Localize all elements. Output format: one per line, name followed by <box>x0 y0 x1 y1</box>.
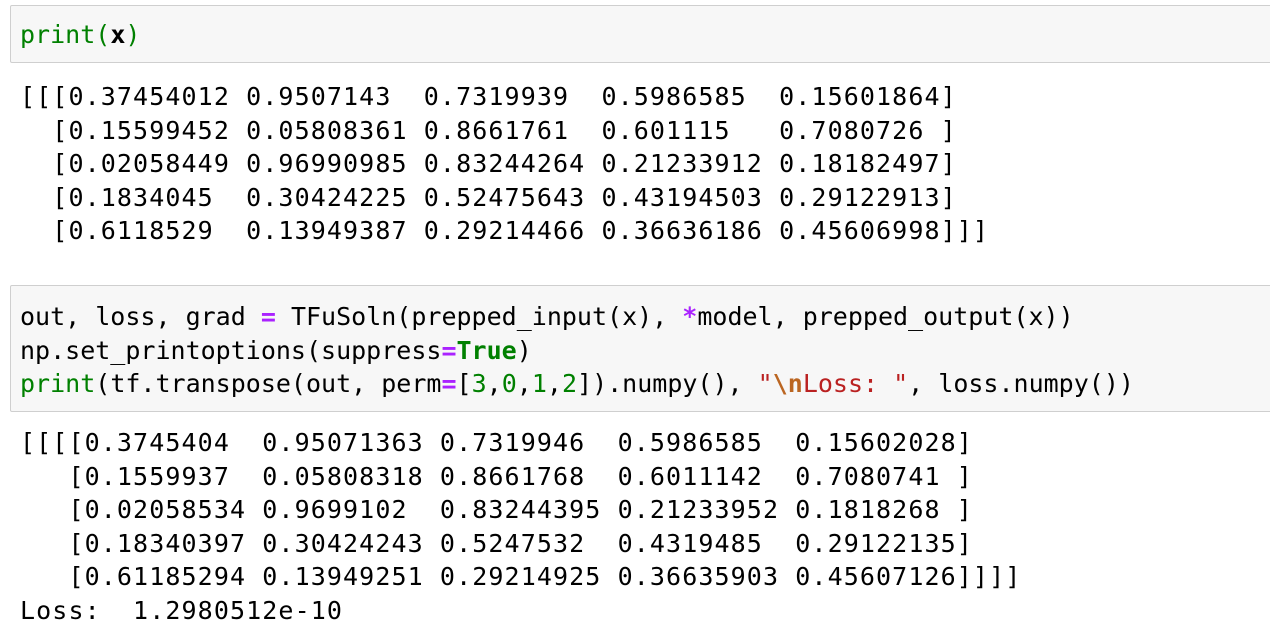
code-token: (tf.transpose(out, perm <box>95 369 442 398</box>
output-line: [0.61185294 0.13949251 0.29214925 0.3663… <box>20 562 1022 591</box>
output-line: [0.1834045 0.30424225 0.52475643 0.43194… <box>20 182 957 212</box>
code-token: ( <box>95 20 111 49</box>
output-line: [0.18340397 0.30424243 0.5247532 0.43194… <box>20 528 973 558</box>
output-line: [0.02058534 0.9699102 0.83244395 0.21233… <box>20 495 973 524</box>
code-editor-1[interactable]: print(x) <box>20 18 140 52</box>
code-token: print <box>20 369 96 398</box>
code-token: , <box>516 369 532 398</box>
code-token: = <box>260 302 276 331</box>
code-token: 3 <box>471 369 487 398</box>
output-line: [0.6118529 0.13949387 0.29214466 0.36636… <box>20 216 990 245</box>
code-cell-2-input[interactable]: out, loss, grad = TFuSoln(prepped_input(… <box>10 285 1270 412</box>
code-token: 1 <box>531 369 547 398</box>
output-line: [[[[0.3745404 0.95071363 0.7319946 0.598… <box>20 428 973 457</box>
code-token: ]).numpy(), <box>577 369 758 398</box>
code-token: ) <box>516 335 532 365</box>
output-line: [0.15599452 0.05808361 0.8661761 0.60111… <box>20 115 957 145</box>
code-cell-1-input[interactable]: print(x) <box>10 5 1270 63</box>
code-token: , <box>486 369 502 398</box>
code-token: " <box>757 369 773 398</box>
code-line: print(tf.transpose(out, perm=[3,0,1,2]).… <box>20 367 1134 401</box>
code-token: 0 <box>501 369 517 398</box>
code-token: , loss.numpy()) <box>908 369 1134 398</box>
output-line: [0.02058449 0.96990985 0.83244264 0.2123… <box>20 149 957 178</box>
output-line: [0.1559937 0.05808318 0.8661768 0.601114… <box>20 461 973 491</box>
code-token: = <box>441 369 457 398</box>
code-token: print <box>20 20 96 49</box>
code-line: out, loss, grad = TFuSoln(prepped_input(… <box>20 300 1134 334</box>
code-token: \n <box>772 369 803 398</box>
code-token: * <box>682 302 698 331</box>
code-token: np.set_printoptions(suppress <box>20 335 442 365</box>
code-token: [ <box>456 369 472 398</box>
output-line: Loss: 1.2980512e-10 <box>20 595 344 625</box>
code-token: True <box>456 335 517 365</box>
cell-2-output: [[[[0.3745404 0.95071363 0.7319946 0.598… <box>20 426 1021 627</box>
code-token: model, prepped_output(x)) <box>697 302 1074 331</box>
output-line: [[[0.37454012 0.9507143 0.7319939 0.5986… <box>20 82 957 111</box>
code-token: x <box>110 20 126 49</box>
code-token: , <box>546 369 562 398</box>
code-token: out, loss, grad <box>20 302 261 331</box>
code-token: ) <box>125 20 141 49</box>
code-token: Loss: " <box>802 369 909 398</box>
code-token: = <box>441 335 457 365</box>
code-token: TFuSoln(prepped_input(x), <box>275 302 683 331</box>
code-editor-2[interactable]: out, loss, grad = TFuSoln(prepped_input(… <box>20 300 1134 401</box>
cell-1-output: [[[0.37454012 0.9507143 0.7319939 0.5986… <box>20 80 989 248</box>
code-token: 2 <box>561 369 578 398</box>
code-line: print(x) <box>20 18 140 52</box>
code-line: np.set_printoptions(suppress=True) <box>20 334 1134 368</box>
